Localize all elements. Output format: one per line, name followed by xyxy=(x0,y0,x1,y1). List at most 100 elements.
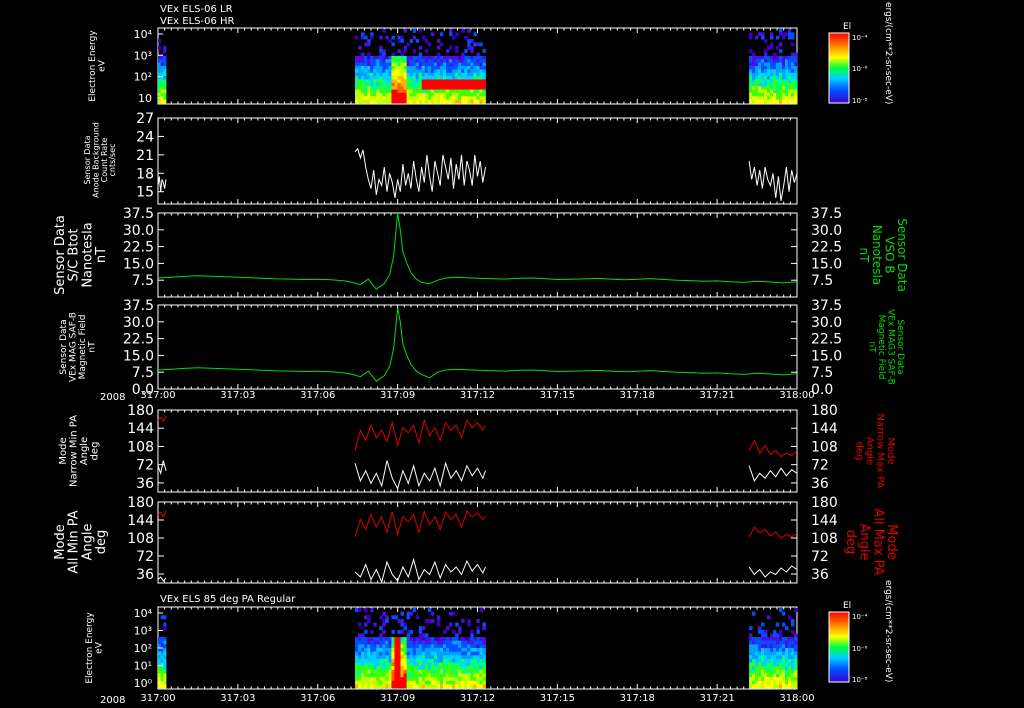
heat-cell xyxy=(482,49,486,53)
colorbar-bottom-unit: ergs/(cm**2-sr-sec-eV) xyxy=(883,580,893,682)
heat-cell xyxy=(773,673,777,678)
heat-cell xyxy=(473,637,477,642)
heat-cell xyxy=(436,45,441,50)
heat-cell xyxy=(418,640,423,645)
heat-cell xyxy=(427,669,432,674)
heat-cell xyxy=(436,69,441,74)
heat-cell xyxy=(163,651,167,656)
heat-cell xyxy=(406,66,411,70)
heat-cell xyxy=(364,655,368,660)
heat-cell xyxy=(464,89,468,94)
heat-cell xyxy=(464,640,468,645)
heat-cell xyxy=(379,89,383,94)
heat-cell xyxy=(373,684,377,689)
heat-cell xyxy=(406,79,411,84)
heat-cell xyxy=(767,79,771,84)
heat-cell xyxy=(467,651,471,656)
heat-cell xyxy=(758,99,762,104)
heat-cell xyxy=(361,669,365,674)
ylabel-narrow-min-pa-line: Mode xyxy=(58,437,69,464)
heat-cell xyxy=(364,615,368,620)
heat-cell xyxy=(758,32,762,37)
heat-cell xyxy=(376,662,380,667)
heat-cell xyxy=(767,99,771,104)
heat-cell xyxy=(403,55,408,60)
heat-cell xyxy=(467,55,471,60)
heat-cell xyxy=(379,99,383,104)
y-tick-label-right: 108 xyxy=(811,531,838,547)
heat-cell xyxy=(482,684,486,689)
heat-cell xyxy=(770,42,774,47)
heat-cell xyxy=(433,673,438,678)
heat-cell xyxy=(415,55,420,60)
heat-cell xyxy=(464,49,468,53)
heat-cell xyxy=(464,662,468,667)
heat-cell xyxy=(794,673,798,678)
heat-cell xyxy=(385,658,389,663)
heat-cell xyxy=(452,72,456,77)
heat-cell xyxy=(412,89,417,94)
heat-cell xyxy=(467,655,471,660)
heat-cell xyxy=(767,82,771,87)
heat-cell xyxy=(379,86,383,90)
heat-cell xyxy=(382,611,386,616)
heat-cell xyxy=(482,680,486,685)
heat-cell xyxy=(452,637,456,642)
heat-cell xyxy=(446,684,450,689)
heat-cell xyxy=(412,608,417,613)
heat-cell xyxy=(400,82,404,87)
y-tick-label: 15.0 xyxy=(123,348,154,364)
heat-cell xyxy=(403,651,408,656)
heat-cell xyxy=(773,66,777,70)
heat-cell xyxy=(446,69,450,74)
heat-cell xyxy=(421,637,426,642)
heat-cell xyxy=(446,644,450,649)
heat-cell xyxy=(424,662,429,667)
heat-cell xyxy=(464,680,468,685)
heat-cell xyxy=(373,662,377,667)
heat-cell xyxy=(773,629,777,634)
heat-cell xyxy=(479,79,483,84)
heat-cell xyxy=(403,655,408,660)
heat-cell xyxy=(391,673,395,678)
heat-cell xyxy=(761,673,765,678)
heat-cell xyxy=(373,72,377,77)
heat-cell xyxy=(779,62,783,67)
heat-cell xyxy=(446,651,450,656)
heat-cell xyxy=(443,86,447,90)
heat-cell xyxy=(785,651,789,656)
heat-cell xyxy=(452,611,456,616)
time-tick-label: 317:15 xyxy=(540,693,575,704)
time-tick-label: 318:00 xyxy=(779,693,814,704)
y-tick-label: 72 xyxy=(136,549,154,565)
heat-cell xyxy=(400,62,404,67)
heat-cell xyxy=(397,59,401,64)
heat-cell xyxy=(424,66,429,70)
heat-cell xyxy=(409,69,414,74)
colorbar-top-tick-high: 10⁻⁴ xyxy=(852,34,868,42)
heat-cell xyxy=(791,52,795,57)
heat-cell xyxy=(752,69,756,74)
heat-cell xyxy=(158,637,162,642)
heat-cell xyxy=(406,42,411,47)
heat-cell xyxy=(458,669,462,674)
heat-cell xyxy=(364,96,368,101)
heat-cell xyxy=(391,62,395,67)
heat-cell xyxy=(443,658,447,663)
ylabel-right-mag3-saf-b: Sensor DataVEx MAG3 SAF-BMagnetic Fieldn… xyxy=(867,309,905,385)
heat-cell xyxy=(433,677,438,682)
heat-cell xyxy=(427,651,432,656)
heat-cell xyxy=(385,673,389,678)
heat-cell xyxy=(158,86,162,90)
heat-cell xyxy=(427,637,432,642)
heat-cell xyxy=(400,622,404,627)
heat-cell xyxy=(758,648,762,653)
heat-cell xyxy=(433,92,438,97)
heat-cell xyxy=(418,79,423,84)
heat-cell xyxy=(367,680,371,685)
heat-cell xyxy=(355,72,359,77)
heat-cell xyxy=(382,89,386,94)
heat-cell xyxy=(427,92,432,97)
heat-cell xyxy=(476,79,480,84)
heat-cell xyxy=(436,55,441,60)
